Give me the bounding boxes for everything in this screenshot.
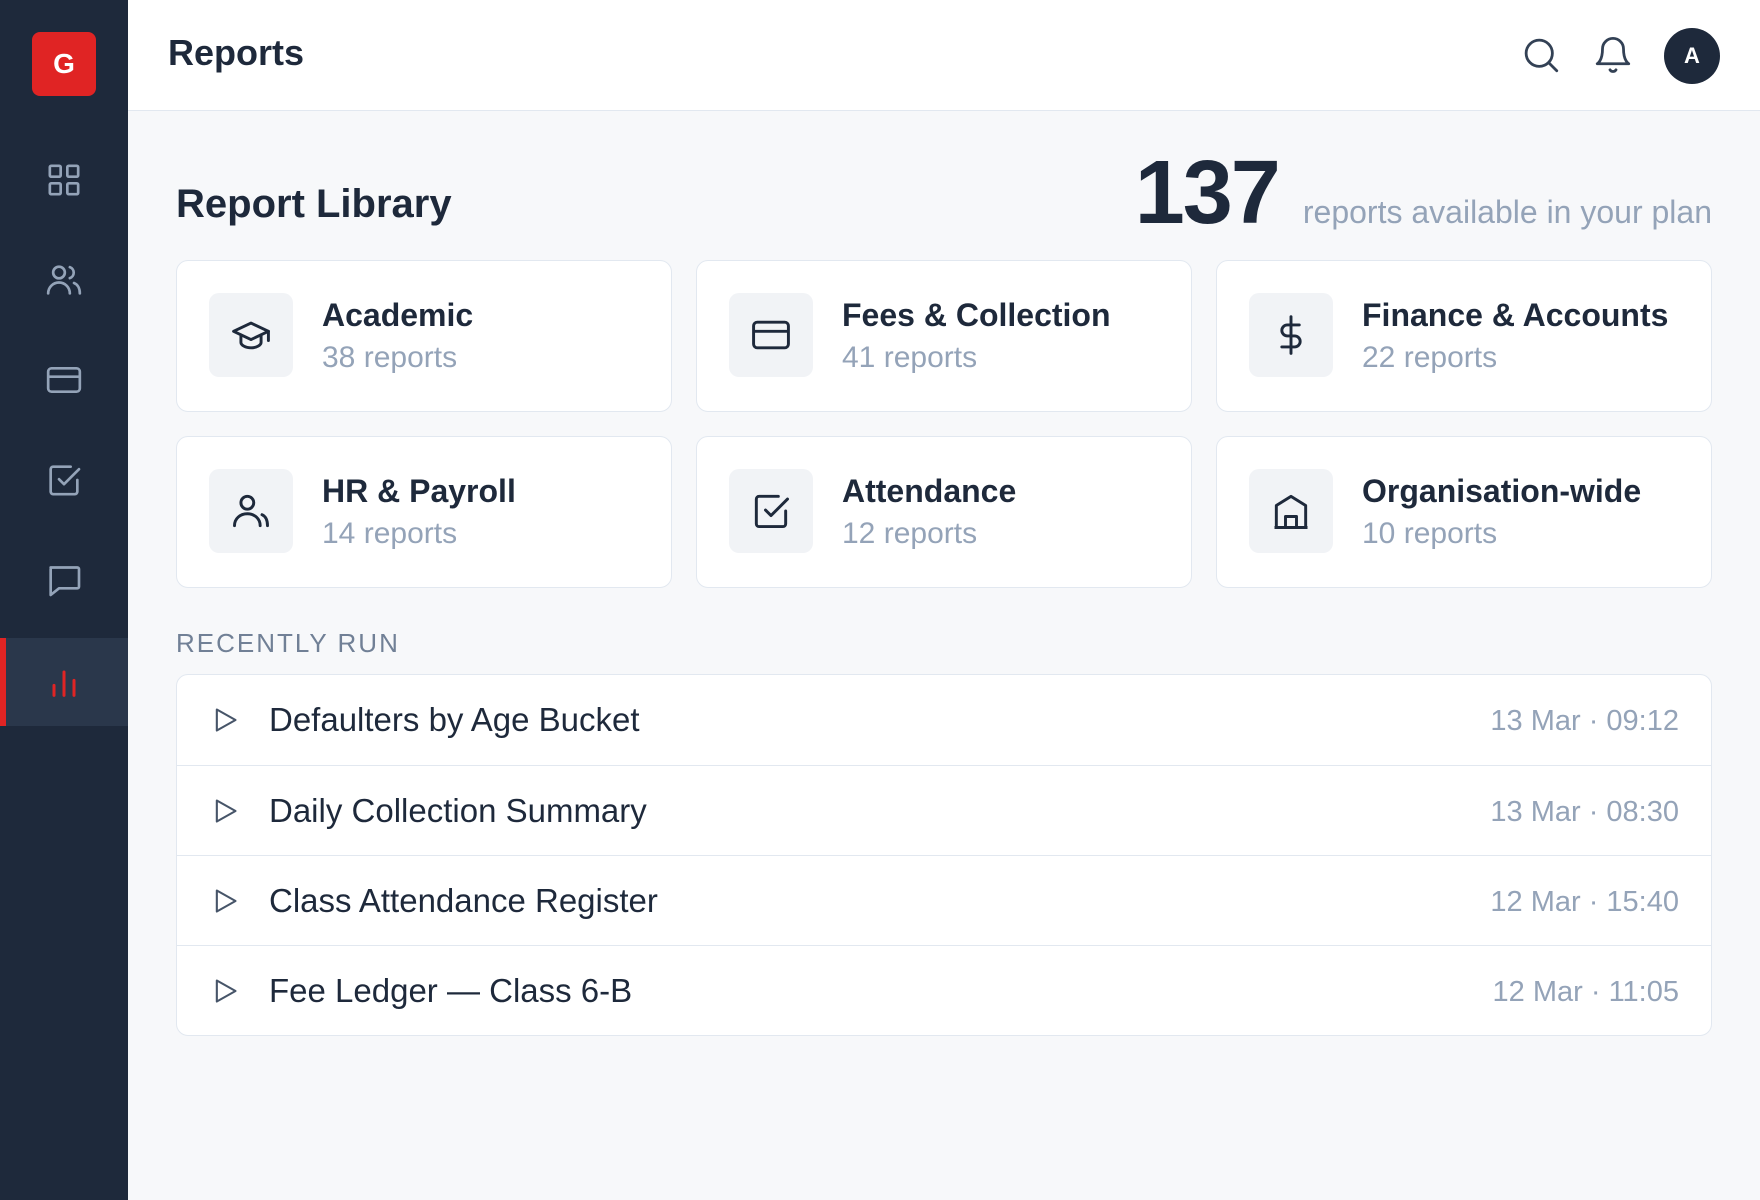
category-card-attendance[interactable]: Attendance 12 reports — [696, 436, 1192, 588]
category-grid: Academic 38 reports Fees & Collection 41… — [176, 260, 1712, 588]
card-icon-box — [209, 293, 293, 377]
category-count: 10 reports — [1362, 517, 1498, 550]
users-icon — [46, 265, 82, 295]
play-icon[interactable] — [211, 977, 239, 1005]
recent-report-name: Fee Ledger — Class 6-B — [269, 972, 633, 1009]
check-square-icon — [49, 465, 81, 496]
sidebar-item-dashboard[interactable] — [0, 136, 128, 224]
recent-report-time: 12 Mar · 11:05 — [1492, 976, 1679, 1008]
sidebar-item-reports[interactable] — [0, 638, 128, 726]
category-count: 12 reports — [842, 517, 978, 550]
card-icon-box — [1249, 469, 1333, 553]
bar-chart-icon — [52, 670, 76, 697]
category-count: 22 reports — [1362, 341, 1498, 374]
search-icon[interactable] — [1520, 34, 1562, 76]
library-title: Report Library — [176, 182, 452, 226]
category-name: Attendance — [842, 473, 1017, 509]
credit-card-icon — [46, 367, 82, 393]
credit-card-icon — [752, 320, 790, 350]
recent-report-time: 12 Mar · 15:40 — [1490, 886, 1679, 918]
report-count-number: 137 — [1134, 143, 1281, 243]
category-count: 38 reports — [322, 341, 458, 374]
category-name: Academic — [322, 297, 474, 333]
category-card-organisation[interactable]: Organisation-wide 10 reports — [1216, 436, 1712, 588]
message-icon — [49, 566, 81, 597]
category-card-hr[interactable]: HR & Payroll 14 reports — [176, 436, 672, 588]
person-icon — [233, 494, 269, 528]
list-item[interactable]: Defaulters by Age Bucket 13 Mar · 09:12 — [177, 675, 1711, 765]
category-name: Fees & Collection — [842, 297, 1111, 333]
category-name: Organisation-wide — [1362, 473, 1642, 509]
sidebar-item-fees[interactable] — [0, 336, 128, 424]
sidebar-item-people[interactable] — [0, 236, 128, 324]
sidebar: G — [0, 0, 128, 1200]
category-name: Finance & Accounts — [1362, 297, 1669, 333]
bell-icon[interactable] — [1592, 34, 1634, 76]
category-count: 14 reports — [322, 517, 458, 550]
main-content: Report Library 137 reports available in … — [128, 112, 1760, 1200]
app-logo[interactable]: G — [32, 32, 96, 96]
page-title: Reports — [168, 32, 305, 73]
recent-report-time: 13 Mar · 09:12 — [1490, 705, 1679, 737]
category-name: HR & Payroll — [322, 473, 516, 509]
dollar-icon — [1280, 315, 1302, 355]
category-count: 41 reports — [842, 341, 978, 374]
card-icon-box — [729, 293, 813, 377]
category-card-fees[interactable]: Fees & Collection 41 reports — [696, 260, 1192, 412]
category-card-finance[interactable]: Finance & Accounts 22 reports — [1216, 260, 1712, 412]
card-icon-box — [1249, 293, 1333, 377]
recent-list: Defaulters by Age Bucket 13 Mar · 09:12 … — [176, 674, 1712, 1036]
recent-report-name: Defaulters by Age Bucket — [269, 701, 640, 738]
sidebar-item-attendance[interactable] — [0, 436, 128, 524]
graduation-cap-icon — [232, 321, 270, 350]
play-icon[interactable] — [211, 887, 239, 915]
check-square-icon — [754, 494, 789, 529]
sidebar-item-messages[interactable] — [0, 536, 128, 624]
building-icon — [1274, 494, 1308, 529]
report-count-label: reports available in your plan — [1302, 194, 1712, 230]
play-icon[interactable] — [211, 706, 239, 734]
card-icon-box — [209, 469, 293, 553]
avatar[interactable]: A — [1664, 28, 1720, 84]
list-item[interactable]: Fee Ledger — Class 6-B 12 Mar · 11:05 — [177, 945, 1711, 1035]
recent-report-name: Daily Collection Summary — [269, 792, 647, 829]
recent-report-time: 13 Mar · 08:30 — [1490, 796, 1679, 828]
grid-icon — [48, 164, 80, 196]
top-bar: Reports A — [128, 0, 1760, 111]
list-item[interactable]: Daily Collection Summary 13 Mar · 08:30 — [177, 765, 1711, 855]
play-icon[interactable] — [211, 797, 239, 825]
list-item[interactable]: Class Attendance Register 12 Mar · 15:40 — [177, 855, 1711, 945]
category-card-academic[interactable]: Academic 38 reports — [176, 260, 672, 412]
report-count: 137 reports available in your plan — [1135, 142, 1712, 245]
recent-report-name: Class Attendance Register — [269, 882, 658, 919]
recently-run-label: RECENTLY RUN — [176, 628, 400, 658]
card-icon-box — [729, 469, 813, 553]
